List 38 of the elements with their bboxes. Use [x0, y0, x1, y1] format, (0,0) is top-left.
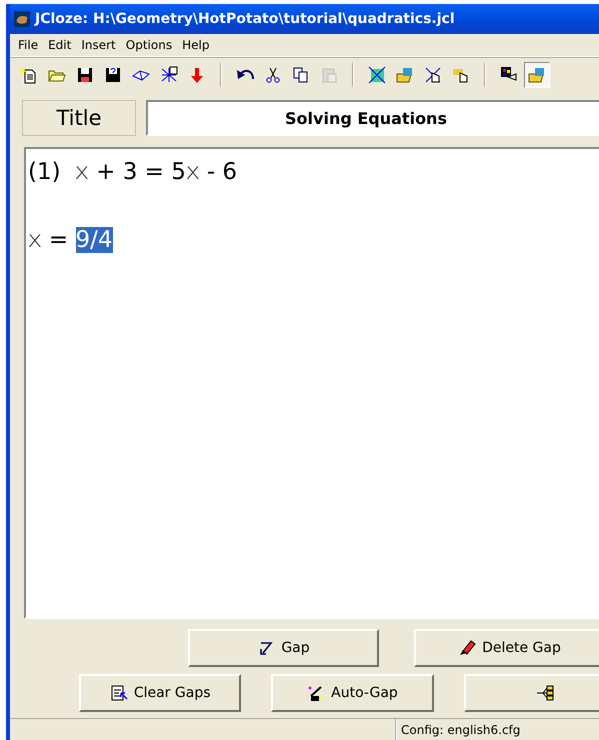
title-label: Title	[22, 100, 136, 136]
action-button[interactable]: Auto-Gap	[271, 674, 434, 712]
selected-text: 9/4	[76, 227, 113, 253]
scissors-icon	[264, 66, 282, 84]
eraser-icon	[458, 639, 476, 657]
editor-text: (1)	[28, 159, 62, 185]
action-button[interactable]: Gap	[188, 629, 379, 667]
editor-text: - 6	[206, 159, 238, 185]
editor-text: + 3 = 5	[95, 159, 186, 185]
document-icon	[110, 684, 128, 702]
folder-picture-icon	[528, 66, 546, 84]
action-button[interactable]: Clear Gaps	[79, 674, 242, 712]
toolbar-button[interactable]	[524, 62, 550, 88]
picture-icon	[368, 66, 386, 84]
menu-item[interactable]: Insert	[76, 38, 121, 52]
title-field[interactable]: Solving Equations	[146, 100, 599, 136]
new-document-icon	[20, 66, 38, 84]
action-button[interactable]: Delete Gap	[414, 629, 599, 667]
menu-item[interactable]: Edit	[43, 38, 76, 52]
menu-item[interactable]: Options	[120, 38, 178, 52]
copy-icon	[292, 66, 310, 84]
arrow-down-icon	[188, 66, 206, 84]
tree-button[interactable]	[464, 674, 599, 712]
app-icon	[14, 11, 30, 27]
text-editor[interactable]: (1) x + 3 = 5x - 6 x = 9/4	[24, 147, 599, 619]
magic-wand-icon	[307, 684, 326, 702]
status-config: Config: english6.cfg	[396, 719, 524, 740]
editor-text: x	[27, 227, 42, 253]
paste-icon	[320, 66, 338, 84]
menu-item[interactable]: File	[13, 38, 44, 52]
editor-text: =	[48, 227, 70, 253]
window-title: JCloze: H:\Geometry\HotPotato\tutorial\quadratics.jcl	[35, 11, 455, 27]
menu-item[interactable]: Help	[177, 38, 214, 52]
gap-icon	[257, 639, 276, 657]
editor-text: x	[185, 159, 200, 185]
tree-icon	[536, 684, 554, 702]
editor-text: x	[74, 159, 90, 185]
folder-picture-icon	[396, 66, 414, 84]
